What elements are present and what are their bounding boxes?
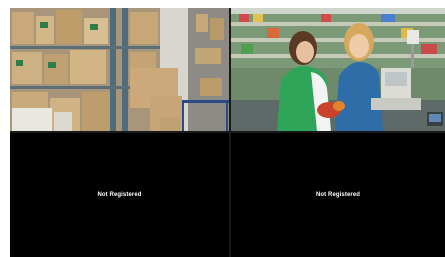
camera-grid: Not Registered Not Registered — [10, 8, 445, 257]
not-registered-label: Not Registered — [315, 192, 361, 198]
camera-tile-4[interactable]: Not Registered — [231, 133, 445, 257]
warehouse-feed-image — [10, 8, 229, 131]
camera-tile-3[interactable]: Not Registered — [10, 133, 229, 257]
camera-tile-2[interactable] — [231, 8, 445, 131]
retail-feed-image — [231, 8, 445, 131]
not-registered-label: Not Registered — [97, 192, 142, 198]
camera-tile-1[interactable] — [10, 8, 229, 131]
